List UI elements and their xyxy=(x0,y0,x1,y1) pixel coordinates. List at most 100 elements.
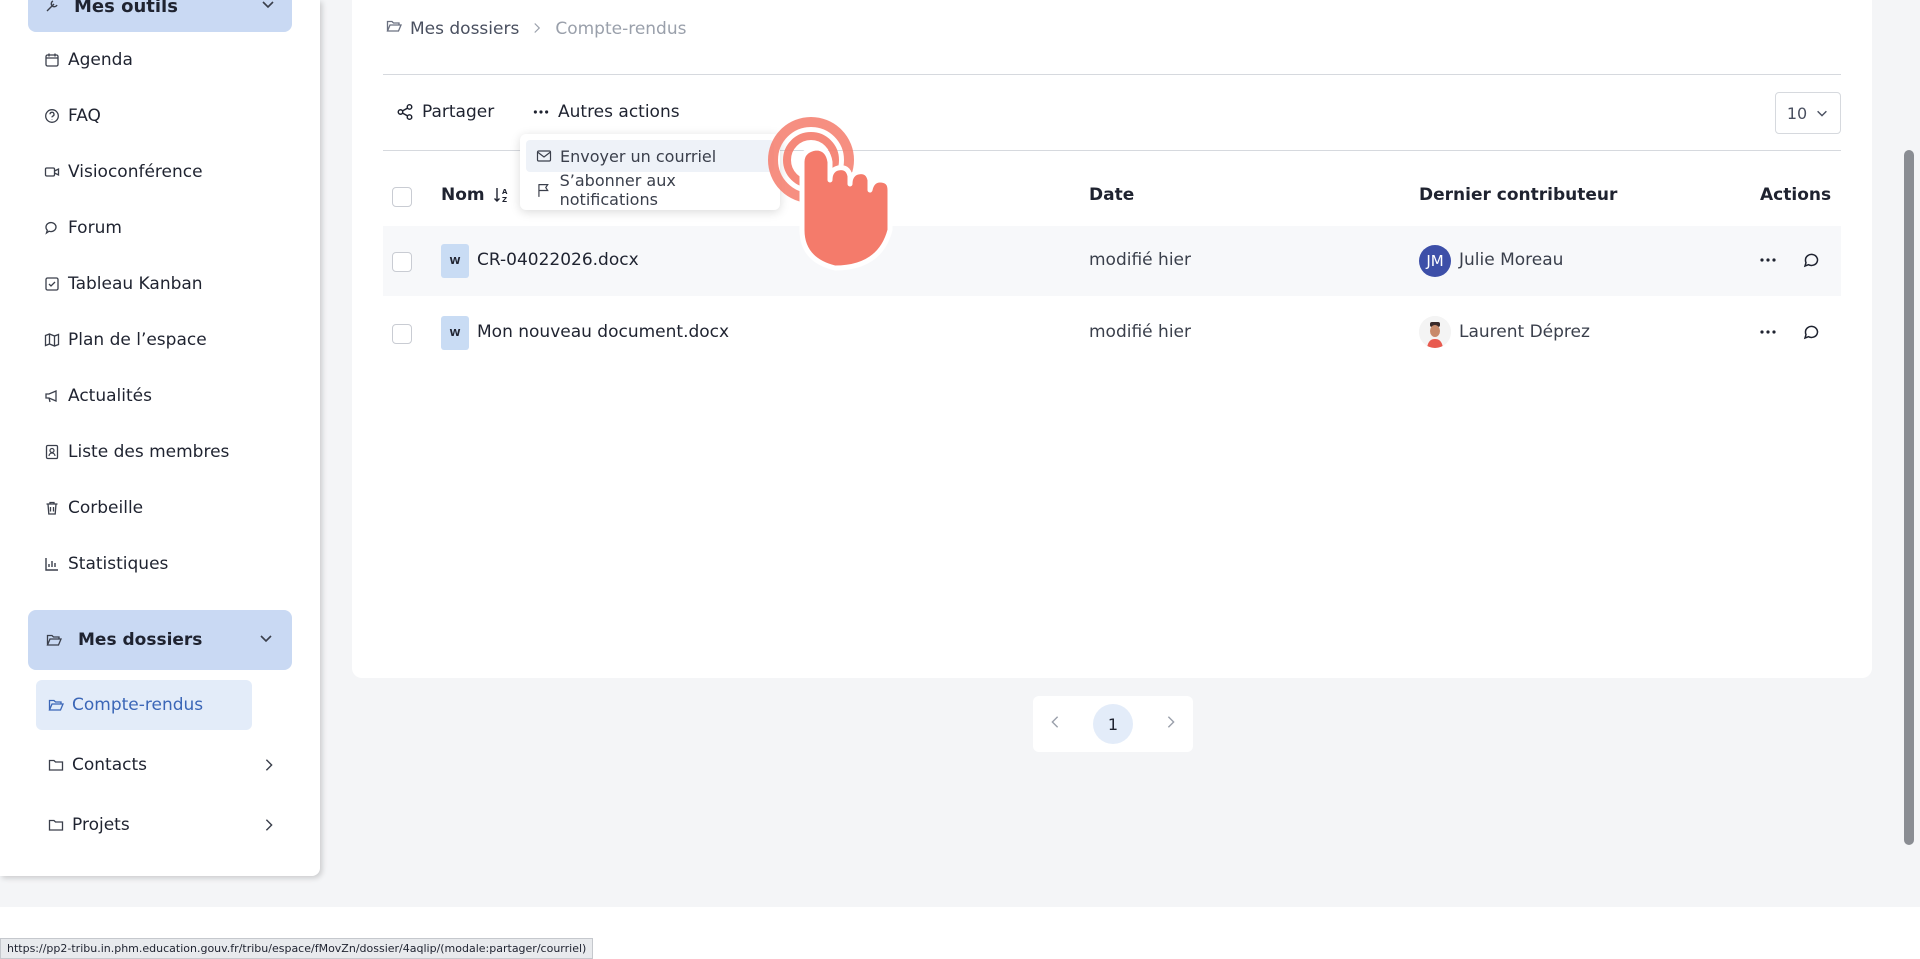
more-actions-label: Autres actions xyxy=(558,102,680,122)
file-date: modifié hier xyxy=(1089,322,1191,342)
chevron-right-icon[interactable] xyxy=(1164,714,1178,734)
contributor-name: Laurent Déprez xyxy=(1459,322,1590,342)
sidebar-item-label: Plan de l’espace xyxy=(68,330,207,350)
help-icon xyxy=(44,108,60,124)
members-icon xyxy=(44,444,60,460)
sidebar-item-corbeille[interactable]: Corbeille xyxy=(44,492,143,524)
tools-section-header[interactable]: Mes outils xyxy=(28,0,292,32)
sidebar-item-membres[interactable]: Liste des membres xyxy=(44,436,229,468)
megaphone-icon xyxy=(44,388,60,404)
sidebar-item-faq[interactable]: FAQ xyxy=(44,100,101,132)
sidebar-item-forum[interactable]: Forum xyxy=(44,212,122,244)
per-page-value: 10 xyxy=(1786,103,1808,123)
column-header-actions: Actions xyxy=(1760,185,1832,205)
chevron-right-icon[interactable] xyxy=(262,757,276,771)
scrollbar-thumb[interactable] xyxy=(1904,150,1914,845)
click-cursor-hand-icon xyxy=(768,117,893,271)
word-file-icon: W xyxy=(441,244,469,278)
calendar-icon xyxy=(44,52,60,68)
row-checkbox[interactable] xyxy=(392,324,412,344)
row-more-actions-button[interactable] xyxy=(1756,248,1780,272)
sidebar-item-statistiques[interactable]: Statistiques xyxy=(44,548,168,580)
forum-icon xyxy=(44,220,60,236)
share-button[interactable]: Partager xyxy=(396,100,494,124)
row-comment-button[interactable] xyxy=(1800,248,1824,272)
pagination: 1 xyxy=(1033,696,1193,752)
folder-item-label: Contacts xyxy=(72,755,147,775)
status-bar-url: https://pp2-tribu.in.phm.education.gouv.… xyxy=(0,938,594,959)
breadcrumb: Mes dossiers Compte-rendus xyxy=(386,18,686,39)
sidebar-item-plan[interactable]: Plan de l’espace xyxy=(44,324,207,356)
sort-az-icon[interactable]: AZ xyxy=(493,186,511,204)
trash-icon xyxy=(44,500,60,516)
video-icon xyxy=(44,164,60,180)
chevron-down-icon xyxy=(260,0,276,17)
column-header-date[interactable]: Date xyxy=(1089,185,1134,205)
column-header-contributor: Dernier contributeur xyxy=(1419,185,1618,205)
row-comment-button[interactable] xyxy=(1800,320,1824,344)
folder-item-compte-rendus[interactable]: Compte-rendus xyxy=(36,680,252,730)
menu-item-label: Envoyer un courriel xyxy=(560,146,717,166)
kanban-icon xyxy=(44,276,60,292)
chevron-right-icon xyxy=(531,19,543,39)
file-name-link[interactable]: Mon nouveau document.docx xyxy=(477,322,729,342)
folder-item-label: Projets xyxy=(72,815,130,835)
file-date: modifié hier xyxy=(1089,250,1191,270)
page-number-button[interactable]: 1 xyxy=(1092,704,1133,744)
share-label: Partager xyxy=(422,102,495,122)
folders-section-header[interactable]: Mes dossiers xyxy=(28,610,292,670)
avatar: JM xyxy=(1419,245,1451,277)
more-horizontal-icon xyxy=(1760,258,1776,262)
sidebar-item-label: Visioconférence xyxy=(68,162,203,182)
column-header-label: Nom xyxy=(441,185,485,205)
word-file-icon: W xyxy=(441,316,469,350)
row-more-actions-button[interactable] xyxy=(1756,320,1780,344)
chevron-down-icon xyxy=(1817,110,1828,117)
sidebar-item-kanban[interactable]: Tableau Kanban xyxy=(44,268,203,300)
tools-header-label: Mes outils xyxy=(74,0,178,17)
breadcrumb-current: Compte-rendus xyxy=(555,18,687,39)
sidebar-item-visio[interactable]: Visioconférence xyxy=(44,156,203,188)
folder-open-icon xyxy=(48,697,64,713)
row-checkbox[interactable] xyxy=(392,252,412,272)
more-horizontal-icon xyxy=(533,110,549,114)
share-icon xyxy=(397,103,413,121)
sidebar-item-label: Agenda xyxy=(68,50,133,70)
column-header-name[interactable]: Nom AZ xyxy=(441,185,511,205)
sidebar-item-label: Forum xyxy=(68,218,122,238)
sidebar-item-agenda[interactable]: Agenda xyxy=(44,44,133,76)
folder-item-contacts[interactable]: Contacts xyxy=(36,740,273,790)
flag-icon xyxy=(538,184,549,197)
user-avatar-icon xyxy=(1419,316,1451,348)
sidebar-item-actualites[interactable]: Actualités xyxy=(44,380,152,412)
menu-item-send-email[interactable]: Envoyer un courriel xyxy=(526,140,774,172)
svg-text:Z: Z xyxy=(502,196,507,204)
contributor-name: Julie Moreau xyxy=(1459,250,1564,270)
file-name-link[interactable]: CR-04022026.docx xyxy=(477,250,639,270)
chevron-left-icon[interactable] xyxy=(1048,714,1062,734)
chevron-right-icon[interactable] xyxy=(262,817,276,831)
stats-icon xyxy=(44,556,60,572)
sidebar-item-label: FAQ xyxy=(68,106,101,126)
divider xyxy=(383,74,1841,75)
sidebar-item-label: Liste des membres xyxy=(68,442,230,462)
avatar xyxy=(1419,316,1451,348)
menu-item-subscribe[interactable]: S’abonner aux notifications xyxy=(526,171,774,209)
folder-open-icon xyxy=(386,18,402,39)
sidebar-item-label: Corbeille xyxy=(68,498,144,518)
sidebar-item-label: Statistiques xyxy=(68,554,169,574)
folder-icon xyxy=(48,817,64,833)
select-all-checkbox[interactable] xyxy=(392,187,412,207)
folder-item-projets[interactable]: Projets xyxy=(36,800,273,850)
map-icon xyxy=(44,332,60,348)
per-page-select[interactable]: 10 xyxy=(1775,92,1841,134)
folder-item-label: Compte-rendus xyxy=(72,695,204,715)
more-actions-button[interactable]: Autres actions xyxy=(532,100,680,124)
mail-icon xyxy=(536,150,552,162)
folders-header-label: Mes dossiers xyxy=(78,630,203,650)
folder-open-icon xyxy=(46,632,62,648)
breadcrumb-root-link[interactable]: Mes dossiers xyxy=(410,19,519,39)
comment-icon xyxy=(1803,325,1819,340)
chevron-down-icon xyxy=(258,630,274,651)
folder-icon xyxy=(48,757,64,773)
